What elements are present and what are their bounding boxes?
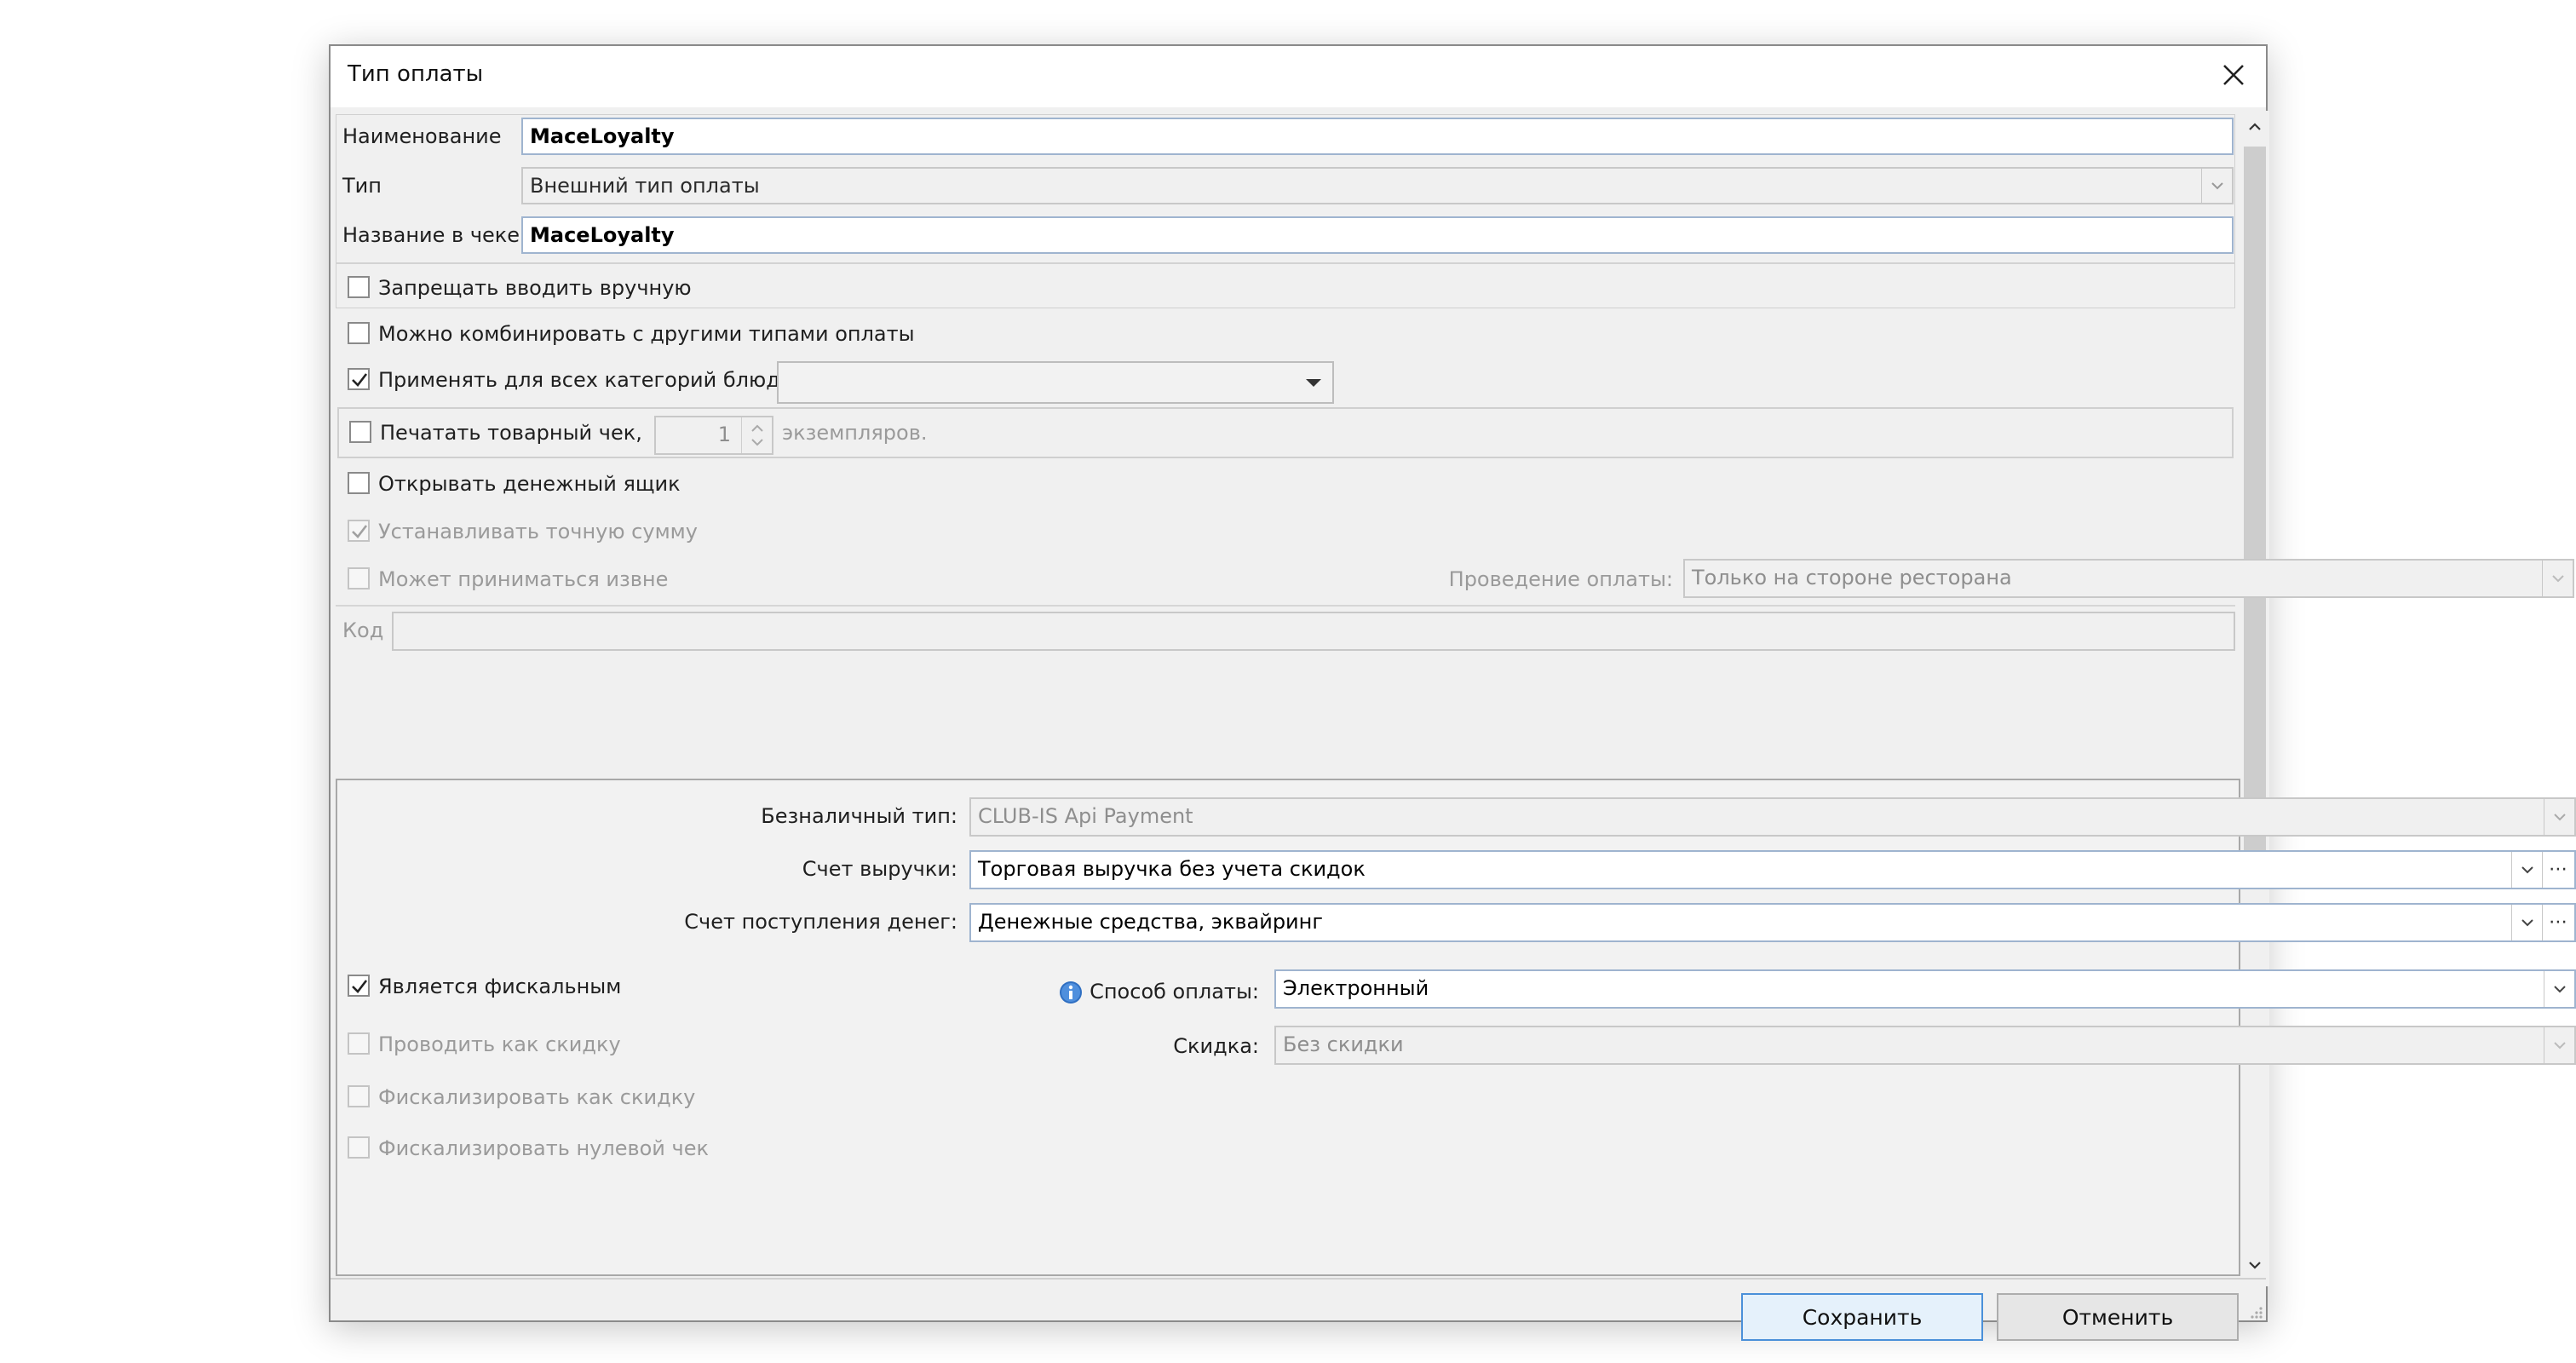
dialog-title: Тип оплаты <box>348 61 484 87</box>
external-checkbox[interactable] <box>348 567 370 589</box>
scroll-down-icon[interactable] <box>2245 1256 2264 1274</box>
stepper-arrows-icon[interactable] <box>741 417 772 453</box>
chevron-down-icon[interactable] <box>2201 169 2232 203</box>
open-drawer-checkbox[interactable] <box>348 472 370 494</box>
combine-checkbox[interactable] <box>348 322 370 344</box>
checkmark-icon <box>352 980 368 993</box>
categories-select[interactable] <box>777 361 1334 404</box>
processing-label: Проведение оплаты: <box>1448 567 1673 591</box>
scroll-up-icon[interactable] <box>2245 118 2264 136</box>
chevron-down-icon[interactable] <box>2544 971 2574 1007</box>
footer-divider <box>331 1278 2266 1280</box>
exact-sum-label: Устанавливать точную сумму <box>378 520 698 543</box>
dropdown-arrow-icon[interactable] <box>1295 363 1332 402</box>
chevron-down-icon[interactable] <box>2511 905 2542 940</box>
fiscal-zero-label: Фискализировать нулевой чек <box>378 1136 709 1160</box>
copies-stepper[interactable]: 1 <box>654 416 773 455</box>
divider <box>336 605 2235 607</box>
apply-all-categories-checkbox[interactable] <box>348 368 370 390</box>
payment-method-label: Способ оплаты: <box>1090 980 1259 1004</box>
code-field[interactable] <box>392 612 2235 651</box>
processing-value: Только на стороне ресторана <box>1692 566 2012 589</box>
chevron-down-icon[interactable] <box>2542 561 2573 596</box>
title-bar: Тип оплаты <box>331 46 2266 107</box>
print-receipt-checkbox[interactable] <box>349 421 371 443</box>
combine-label: Можно комбинировать с другими типами опл… <box>378 322 915 346</box>
resize-grip-icon[interactable] <box>2247 1303 2264 1320</box>
copies-suffix: экземпляров. <box>782 421 928 445</box>
copies-value: 1 <box>717 423 731 446</box>
print-receipt-label: Печатать товарный чек, <box>380 421 642 445</box>
payment-method-select[interactable]: Электронный <box>1274 969 2576 1009</box>
forbid-manual-label: Запрещать вводить вручную <box>378 276 692 300</box>
scrollbar-thumb[interactable] <box>2244 147 2266 860</box>
name-label: Наименование <box>342 124 502 148</box>
checkmark-icon <box>352 373 368 387</box>
income-account-select[interactable]: Денежные средства, эквайринг ⋯ <box>969 903 2576 942</box>
type-label: Тип <box>342 174 382 198</box>
discount-value: Без скидки <box>1283 1032 1404 1056</box>
fiscal-zero-checkbox[interactable] <box>348 1136 370 1159</box>
noncash-type-value: CLUB-IS Api Payment <box>978 804 1193 828</box>
receipt-name-field[interactable]: MaceLoyalty <box>521 216 2234 254</box>
discount-label: Скидка: <box>1173 1034 1259 1058</box>
code-label: Код <box>342 618 384 642</box>
income-account-value: Денежные средства, эквайринг <box>978 910 1323 934</box>
forbid-manual-checkbox[interactable] <box>348 276 370 298</box>
payment-method-value: Электронный <box>1283 976 1429 1000</box>
external-label: Может приниматься извне <box>378 567 669 591</box>
noncash-type-label: Безналичный тип: <box>761 804 957 828</box>
fiscal-as-discount-label: Фискализировать как скидку <box>378 1085 696 1109</box>
checkmark-icon <box>352 525 368 538</box>
revenue-account-label: Счет выручки: <box>802 857 957 881</box>
ellipsis-icon[interactable]: ⋯ <box>2542 905 2574 940</box>
fiscal-label: Является фискальным <box>378 975 622 998</box>
name-field[interactable]: MaceLoyalty <box>521 118 2234 155</box>
close-icon[interactable] <box>2213 55 2254 95</box>
income-account-label: Счет поступления денег: <box>684 910 957 934</box>
apply-all-categories-label: Применять для всех категорий блюд <box>378 368 780 392</box>
revenue-account-value: Торговая выручка без учета скидок <box>978 857 1366 881</box>
revenue-account-select[interactable]: Торговая выручка без учета скидок ⋯ <box>969 850 2576 889</box>
processing-select[interactable]: Только на стороне ресторана <box>1683 559 2574 598</box>
chevron-down-icon[interactable] <box>2511 852 2542 888</box>
as-discount-label: Проводить как скидку <box>378 1032 621 1056</box>
fiscal-as-discount-checkbox[interactable] <box>348 1085 370 1107</box>
info-icon[interactable] <box>1058 980 1084 1005</box>
cancel-button[interactable]: Отменить <box>1997 1293 2239 1341</box>
ellipsis-icon[interactable]: ⋯ <box>2542 852 2574 888</box>
payment-type-dialog: Тип оплаты Наименование MaceLoyalty Тип … <box>329 44 2576 1341</box>
noncash-type-select[interactable]: CLUB-IS Api Payment <box>969 797 2576 837</box>
chevron-down-icon[interactable] <box>2544 799 2574 835</box>
save-button[interactable]: Сохранить <box>1741 1293 1983 1341</box>
receipt-name-label: Название в чеке <box>342 223 520 247</box>
as-discount-checkbox[interactable] <box>348 1032 370 1055</box>
type-select-value: Внешний тип оплаты <box>530 174 760 198</box>
type-select[interactable]: Внешний тип оплаты <box>521 167 2234 204</box>
exact-sum-checkbox[interactable] <box>348 520 370 542</box>
open-drawer-label: Открывать денежный ящик <box>378 472 681 496</box>
fiscal-checkbox[interactable] <box>348 975 370 997</box>
discount-select[interactable]: Без скидки <box>1274 1026 2576 1065</box>
divider <box>336 262 2235 264</box>
chevron-down-icon[interactable] <box>2544 1027 2574 1063</box>
